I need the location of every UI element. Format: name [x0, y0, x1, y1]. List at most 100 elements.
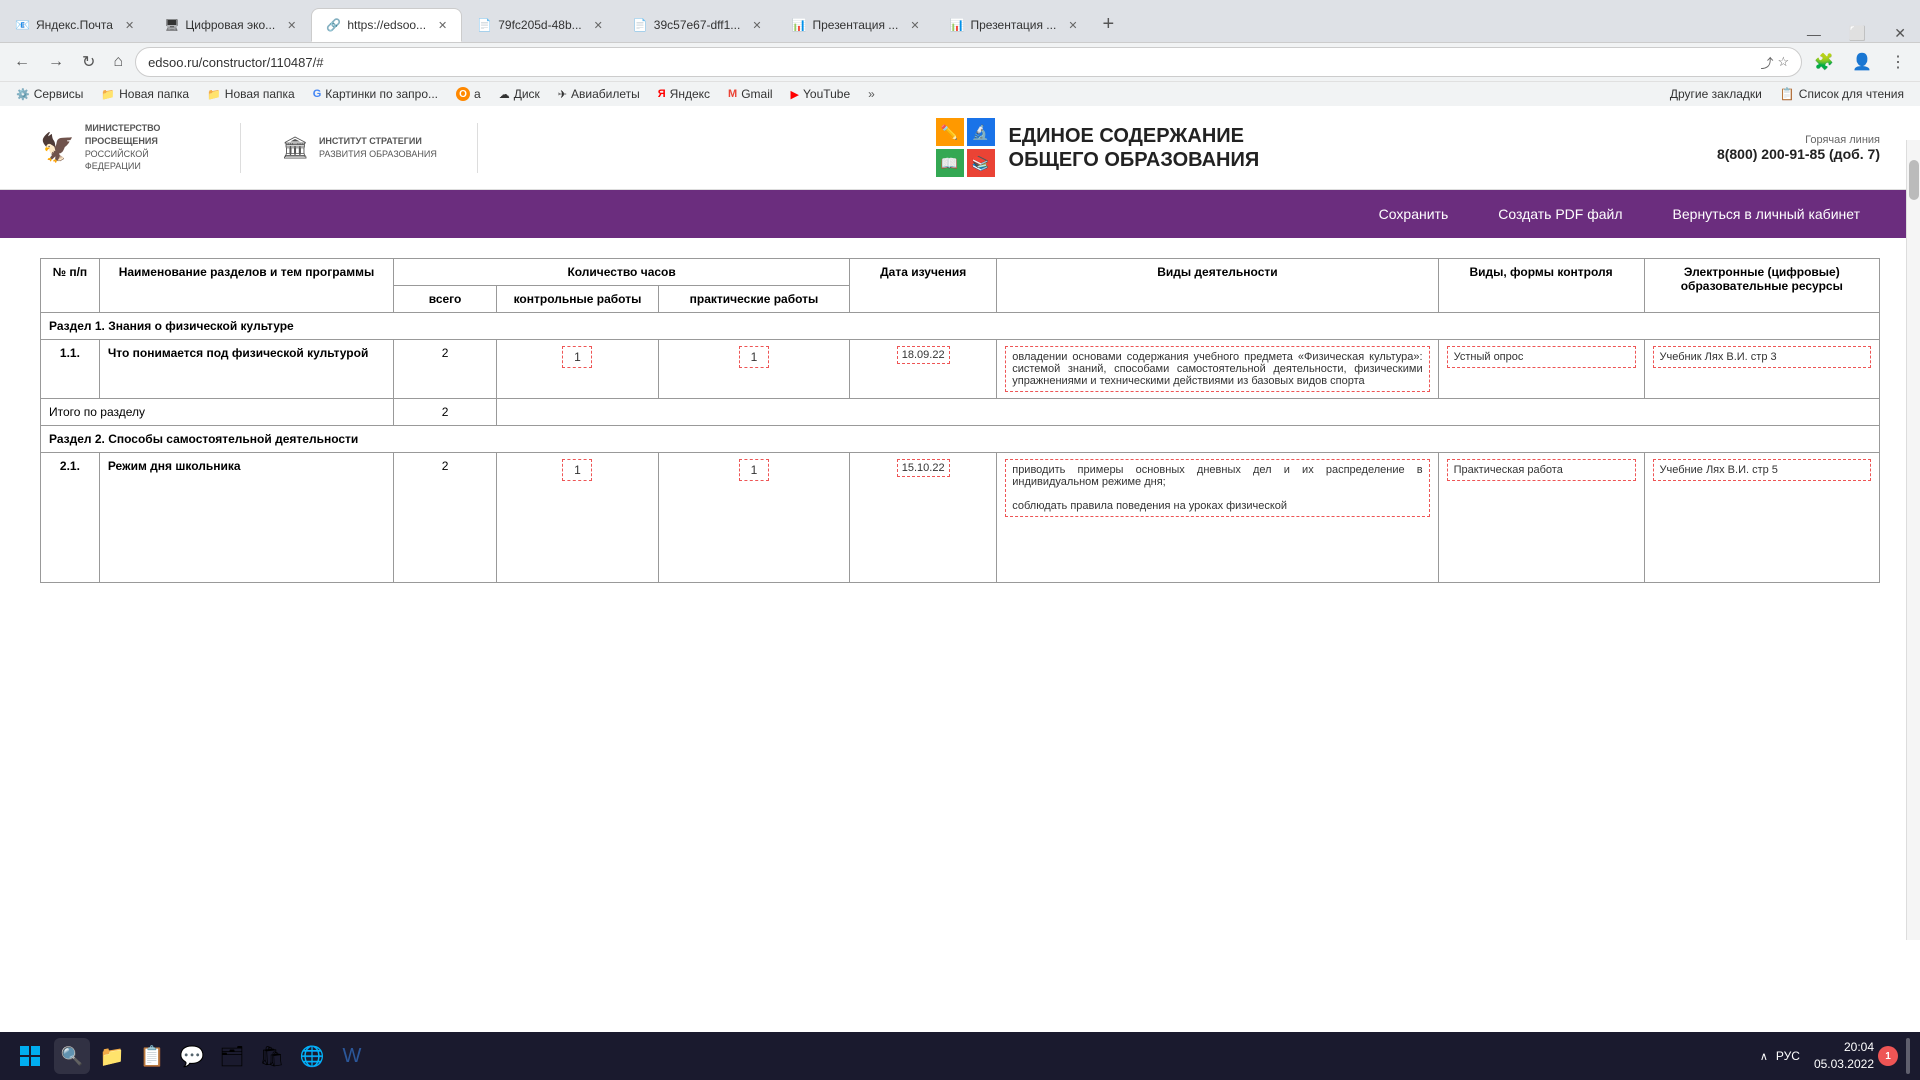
- cell-practice-2-1[interactable]: 1: [658, 453, 849, 583]
- reading-list[interactable]: 📋 Список для чтения: [1772, 84, 1912, 104]
- menu-button[interactable]: ⋮: [1884, 48, 1912, 76]
- control-input-1-1[interactable]: 1: [562, 346, 592, 368]
- cell-activities-1-1[interactable]: овладении основами содержания учебного п…: [997, 340, 1438, 399]
- tray-arrow[interactable]: ∧: [1760, 1050, 1768, 1063]
- start-button[interactable]: [10, 1036, 50, 1076]
- bookmark-google-images[interactable]: G Картинки по запро...: [305, 84, 446, 104]
- logo-cell-green: 📖: [936, 149, 964, 177]
- date-input-2-1[interactable]: 15.10.22: [897, 459, 950, 477]
- resources-input-1-1[interactable]: Учебник Лях В.И. стр 3: [1653, 346, 1871, 368]
- bookmark-avia[interactable]: ✈ Авиабилеты: [550, 84, 648, 104]
- taskbar-file-explorer[interactable]: 📁: [94, 1038, 130, 1074]
- tab-close-3[interactable]: ✕: [438, 19, 447, 32]
- curriculum-table: № п/п Наименование разделов и тем програ…: [40, 258, 1880, 583]
- tab-close-5[interactable]: ✕: [752, 19, 761, 32]
- cell-name-1-1: Что понимается под физической культурой: [99, 340, 393, 399]
- bookmarks-more[interactable]: »: [860, 84, 883, 104]
- cell-date-2-1[interactable]: 15.10.22: [850, 453, 997, 583]
- scrollbar-thumb[interactable]: [1909, 160, 1919, 200]
- share-icon[interactable]: ⤴: [1760, 53, 1773, 72]
- cell-control-2-1[interactable]: 1: [497, 453, 659, 583]
- tab-close-4[interactable]: ✕: [594, 19, 603, 32]
- logo-title-line2: ОБЩЕГО ОБРАЗОВАНИЯ: [1009, 148, 1260, 172]
- taskbar-store[interactable]: 🛍: [254, 1038, 290, 1074]
- close-window-button[interactable]: ✕: [1880, 25, 1920, 42]
- hotline-label: Горячая линия: [1717, 134, 1880, 146]
- cell-name-2-1: Режим дня школьника: [99, 453, 393, 583]
- bookmark-services[interactable]: ⚙️ Сервисы: [8, 84, 91, 104]
- cell-resources-1-1[interactable]: Учебник Лях В.И. стр 3: [1644, 340, 1879, 399]
- resources-input-2-1[interactable]: Учебние Лях В.И. стр 5: [1653, 459, 1871, 481]
- bookmark-gmail[interactable]: M Gmail: [720, 84, 781, 104]
- tab-close-7[interactable]: ✕: [1068, 19, 1077, 32]
- logo-cell-red: 📚: [967, 149, 995, 177]
- tab-presentation1[interactable]: 📊 Презентация ... ✕: [777, 8, 935, 42]
- cell-forms-2-1[interactable]: Практическая работа: [1438, 453, 1644, 583]
- header-name: Наименование разделов и тем программы: [99, 259, 393, 313]
- bookmark-youtube[interactable]: ▶ YouTube: [783, 84, 859, 104]
- bookmark-icon[interactable]: ☆: [1778, 54, 1790, 70]
- cell-practice-1-1[interactable]: 1: [658, 340, 849, 399]
- scrollbar[interactable]: [1906, 140, 1920, 940]
- tab-close-1[interactable]: ✕: [125, 19, 134, 32]
- back-to-cabinet-link[interactable]: Вернуться в личный кабинет: [1673, 206, 1860, 222]
- bookmark-folder2[interactable]: 📁 Новая папка: [199, 84, 303, 104]
- cell-forms-1-1[interactable]: Устный опрос: [1438, 340, 1644, 399]
- tab-close-2[interactable]: ✕: [287, 19, 296, 32]
- tab-edsoo[interactable]: 🔗 https://edsoo... ✕: [311, 8, 462, 42]
- cell-activities-2-1[interactable]: приводить примеры основных дневных дел и…: [997, 453, 1438, 583]
- ministry-line1: МИНИСТЕРСТВО ПРОСВЕЩЕНИЯ: [85, 122, 200, 147]
- forms-input-1-1[interactable]: Устный опрос: [1447, 346, 1636, 368]
- bookmark-yandex[interactable]: Я Яндекс: [650, 84, 718, 104]
- address-icons: ⤴ ☆: [1760, 53, 1789, 72]
- language-indicator: РУС: [1776, 1049, 1800, 1063]
- practice-input-1-1[interactable]: 1: [739, 346, 769, 368]
- taskbar-word[interactable]: W: [334, 1038, 370, 1074]
- bookmark-label: Новая папка: [225, 87, 295, 101]
- bookmark-folder1[interactable]: 📁 Новая папка: [93, 84, 197, 104]
- tab-close-6[interactable]: ✕: [910, 19, 919, 32]
- extensions-button[interactable]: 🧩: [1808, 48, 1840, 76]
- bookmark-label: YouTube: [803, 87, 850, 101]
- notification-badge[interactable]: 1: [1878, 1046, 1898, 1066]
- save-link[interactable]: Сохранить: [1379, 206, 1449, 222]
- tab-digital[interactable]: 🖥 Цифровая эко... ✕: [149, 8, 311, 42]
- bookmark-odnoklassniki[interactable]: О a: [448, 84, 489, 104]
- control-input-2-1[interactable]: 1: [562, 459, 592, 481]
- practice-input-2-1[interactable]: 1: [739, 459, 769, 481]
- taskbar-widget[interactable]: 📋: [134, 1038, 170, 1074]
- activities-input-1-1[interactable]: овладении основами содержания учебного п…: [1005, 346, 1429, 392]
- cell-resources-2-1[interactable]: Учебние Лях В.И. стр 5: [1644, 453, 1879, 583]
- minimize-button[interactable]: —: [1793, 26, 1835, 42]
- new-tab-button[interactable]: +: [1093, 13, 1125, 36]
- tab-favicon: 📄: [633, 18, 648, 32]
- profile-button[interactable]: 👤: [1846, 48, 1878, 76]
- logo-cell-orange: ✏️: [936, 118, 964, 146]
- date-input-1-1[interactable]: 18.09.22: [897, 346, 950, 364]
- tab-label: Презентация ...: [970, 18, 1056, 32]
- create-pdf-link[interactable]: Создать PDF файл: [1498, 206, 1622, 222]
- cell-control-1-1[interactable]: 1: [497, 340, 659, 399]
- show-desktop-button[interactable]: [1906, 1038, 1910, 1074]
- tab-79fc[interactable]: 📄 79fc205d-48b... ✕: [462, 8, 618, 42]
- taskbar-chrome[interactable]: 🌐: [294, 1038, 330, 1074]
- other-bookmarks[interactable]: Другие закладки: [1662, 84, 1770, 104]
- address-bar[interactable]: edsoo.ru/constructor/110487/# ⤴ ☆: [135, 47, 1802, 77]
- main-logo: ✏️ 🔬 📖 📚 ЕДИНОЕ СОДЕРЖАНИЕ ОБЩЕГО ОБРАЗО…: [518, 118, 1677, 177]
- table-wrapper: № п/п Наименование разделов и тем програ…: [0, 238, 1920, 603]
- home-button[interactable]: ⌂: [107, 49, 129, 75]
- cell-date-1-1[interactable]: 18.09.22: [850, 340, 997, 399]
- forms-input-2-1[interactable]: Практическая работа: [1447, 459, 1636, 481]
- tab-yandex-mail[interactable]: 📧 Яндекс.Почта ✕: [0, 8, 149, 42]
- maximize-button[interactable]: ⬜: [1835, 25, 1880, 42]
- taskbar-search-button[interactable]: 🔍: [54, 1038, 90, 1074]
- back-button[interactable]: ←: [8, 49, 36, 75]
- bookmark-disk[interactable]: ☁ Диск: [491, 84, 548, 104]
- tab-presentation2[interactable]: 📊 Презентация ... ✕: [935, 8, 1093, 42]
- forward-button[interactable]: →: [42, 49, 70, 75]
- taskbar-teams[interactable]: 💬: [174, 1038, 210, 1074]
- refresh-button[interactable]: ↻: [76, 48, 101, 76]
- tab-39c5[interactable]: 📄 39c57e67-dff1... ✕: [618, 8, 777, 42]
- taskbar-files[interactable]: 🗂: [214, 1038, 250, 1074]
- activities-input-2-1[interactable]: приводить примеры основных дневных дел и…: [1005, 459, 1429, 517]
